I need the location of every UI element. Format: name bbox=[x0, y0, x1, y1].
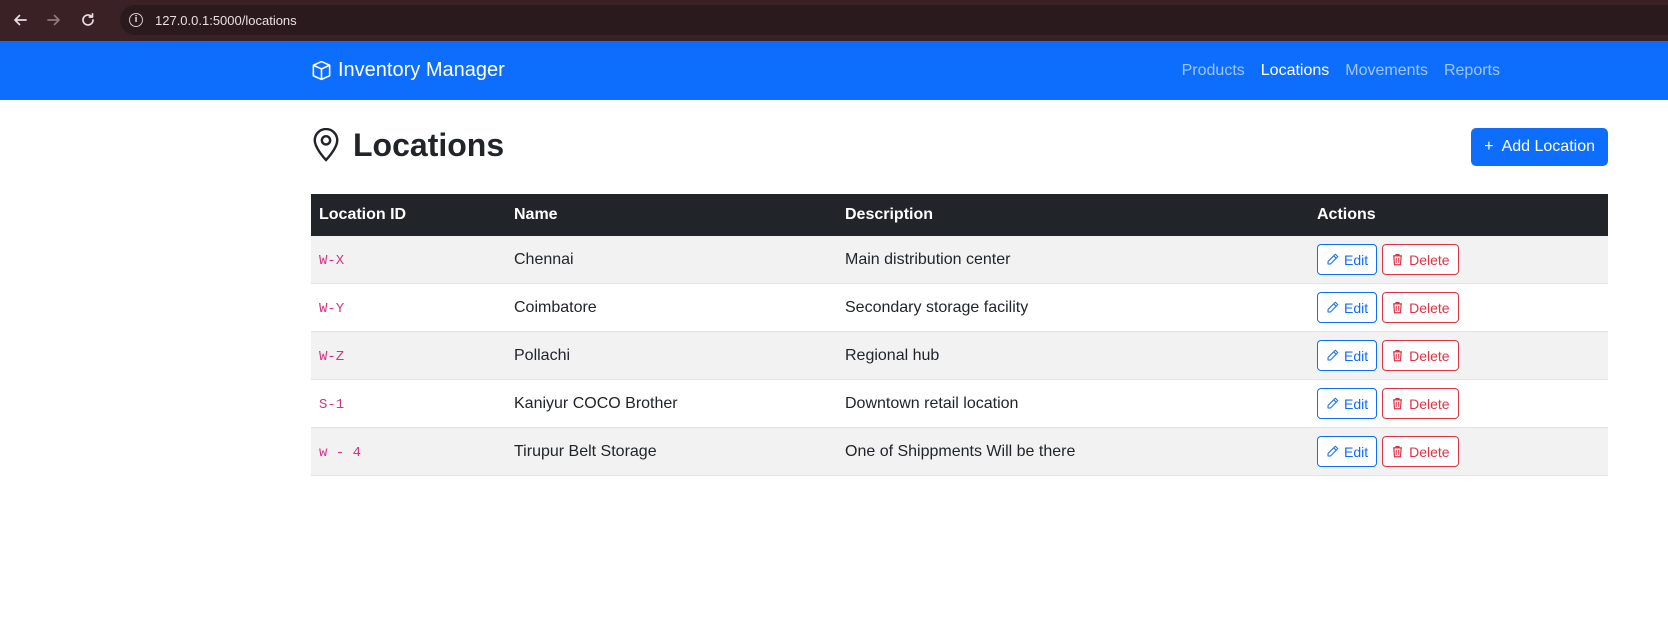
forward-arrow-icon[interactable] bbox=[45, 11, 63, 29]
location-id: w - 4 bbox=[319, 444, 362, 461]
location-name: Chennai bbox=[514, 250, 574, 268]
delete-label: Delete bbox=[1409, 443, 1450, 460]
delete-button[interactable]: Delete bbox=[1382, 388, 1459, 419]
back-arrow-icon[interactable] bbox=[11, 11, 29, 29]
header-description: Description bbox=[845, 206, 934, 223]
location-description: Secondary storage facility bbox=[845, 298, 1029, 316]
delete-label: Delete bbox=[1409, 251, 1450, 268]
row-actions: Edit Delete bbox=[1309, 436, 1608, 467]
trash-icon bbox=[1393, 302, 1403, 314]
edit-label: Edit bbox=[1344, 299, 1369, 316]
header-name: Name bbox=[514, 206, 558, 223]
pencil-icon bbox=[1327, 445, 1339, 457]
delete-label: Delete bbox=[1409, 347, 1450, 364]
add-location-button[interactable]: + Add Location bbox=[1471, 128, 1608, 166]
location-id: S-1 bbox=[319, 396, 345, 413]
location-name: Coimbatore bbox=[514, 298, 597, 316]
edit-button[interactable]: Edit bbox=[1317, 244, 1378, 275]
reload-icon[interactable] bbox=[79, 11, 97, 29]
row-actions: Edit Delete bbox=[1309, 292, 1608, 323]
table-header: Location ID Name Description Actions bbox=[311, 194, 1608, 236]
location-description: Regional hub bbox=[845, 346, 940, 364]
page-title-text: Locations bbox=[353, 126, 505, 163]
box-icon bbox=[312, 60, 331, 81]
table-row: w - 4 Tirupur Belt Storage One of Shippm… bbox=[311, 428, 1608, 476]
location-id: W-Y bbox=[319, 300, 345, 317]
nav-link-reports[interactable]: Reports bbox=[1444, 62, 1500, 80]
nav-link-locations[interactable]: Locations bbox=[1261, 62, 1330, 80]
table-row: W-Y Coimbatore Secondary storage facilit… bbox=[311, 284, 1608, 332]
navbar-brand[interactable]: Inventory Manager bbox=[311, 41, 505, 100]
pencil-icon bbox=[1327, 397, 1339, 409]
pencil-icon bbox=[1327, 349, 1339, 361]
page-header: Locations + Add Location bbox=[311, 120, 1608, 170]
table-row: W-Z Pollachi Regional hub Edit Delete bbox=[311, 332, 1608, 380]
edit-label: Edit bbox=[1344, 347, 1369, 364]
nav-link-products[interactable]: Products bbox=[1182, 62, 1245, 80]
locations-table: Location ID Name Description Actions W-X… bbox=[311, 194, 1608, 476]
browser-toolbar: i 127.0.0.1:5000/locations bbox=[0, 0, 1668, 41]
header-actions: Actions bbox=[1317, 206, 1376, 223]
delete-button[interactable]: Delete bbox=[1382, 292, 1459, 323]
delete-button[interactable]: Delete bbox=[1382, 340, 1459, 371]
trash-icon bbox=[1393, 254, 1403, 266]
location-name: Kaniyur COCO Brother bbox=[514, 394, 678, 412]
url-text: 127.0.0.1:5000/locations bbox=[155, 12, 297, 28]
add-location-label: Add Location bbox=[1501, 138, 1595, 155]
nav-link-movements[interactable]: Movements bbox=[1345, 62, 1428, 80]
location-id: W-X bbox=[319, 252, 345, 269]
edit-button[interactable]: Edit bbox=[1317, 436, 1378, 467]
location-description: Main distribution center bbox=[845, 250, 1011, 268]
location-id: W-Z bbox=[319, 348, 345, 365]
app-navbar: Inventory Manager Products Locations Mov… bbox=[0, 41, 1668, 100]
page-title: Locations bbox=[311, 120, 504, 170]
edit-button[interactable]: Edit bbox=[1317, 292, 1378, 323]
delete-button[interactable]: Delete bbox=[1382, 244, 1459, 275]
pencil-icon bbox=[1327, 301, 1339, 313]
pencil-icon bbox=[1327, 253, 1339, 265]
row-actions: Edit Delete bbox=[1309, 244, 1608, 275]
nav-links: Products Locations Movements Reports bbox=[1166, 41, 1500, 100]
table-row: S-1 Kaniyur COCO Brother Downtown retail… bbox=[311, 380, 1608, 428]
location-name: Tirupur Belt Storage bbox=[514, 442, 657, 460]
location-description: Downtown retail location bbox=[845, 394, 1019, 412]
location-name: Pollachi bbox=[514, 346, 571, 364]
delete-label: Delete bbox=[1409, 299, 1450, 316]
plus-icon: + bbox=[1484, 138, 1494, 155]
trash-icon bbox=[1393, 446, 1403, 458]
address-bar[interactable]: i 127.0.0.1:5000/locations bbox=[120, 5, 1668, 35]
delete-label: Delete bbox=[1409, 395, 1450, 412]
edit-label: Edit bbox=[1344, 251, 1369, 268]
geo-pin-icon bbox=[313, 128, 339, 162]
trash-icon bbox=[1393, 398, 1403, 410]
delete-button[interactable]: Delete bbox=[1382, 436, 1459, 467]
table-row: W-X Chennai Main distribution center Edi… bbox=[311, 236, 1608, 284]
row-actions: Edit Delete bbox=[1309, 388, 1608, 419]
header-location-id: Location ID bbox=[319, 206, 407, 223]
edit-label: Edit bbox=[1344, 395, 1369, 412]
brand-label: Inventory Manager bbox=[338, 59, 505, 81]
site-info-icon[interactable]: i bbox=[129, 13, 143, 27]
edit-button[interactable]: Edit bbox=[1317, 340, 1378, 371]
row-actions: Edit Delete bbox=[1309, 340, 1608, 371]
edit-label: Edit bbox=[1344, 443, 1369, 460]
location-description: One of Shippments Will be there bbox=[845, 442, 1076, 460]
table-body: W-X Chennai Main distribution center Edi… bbox=[311, 236, 1608, 476]
edit-button[interactable]: Edit bbox=[1317, 388, 1378, 419]
trash-icon bbox=[1393, 350, 1403, 362]
